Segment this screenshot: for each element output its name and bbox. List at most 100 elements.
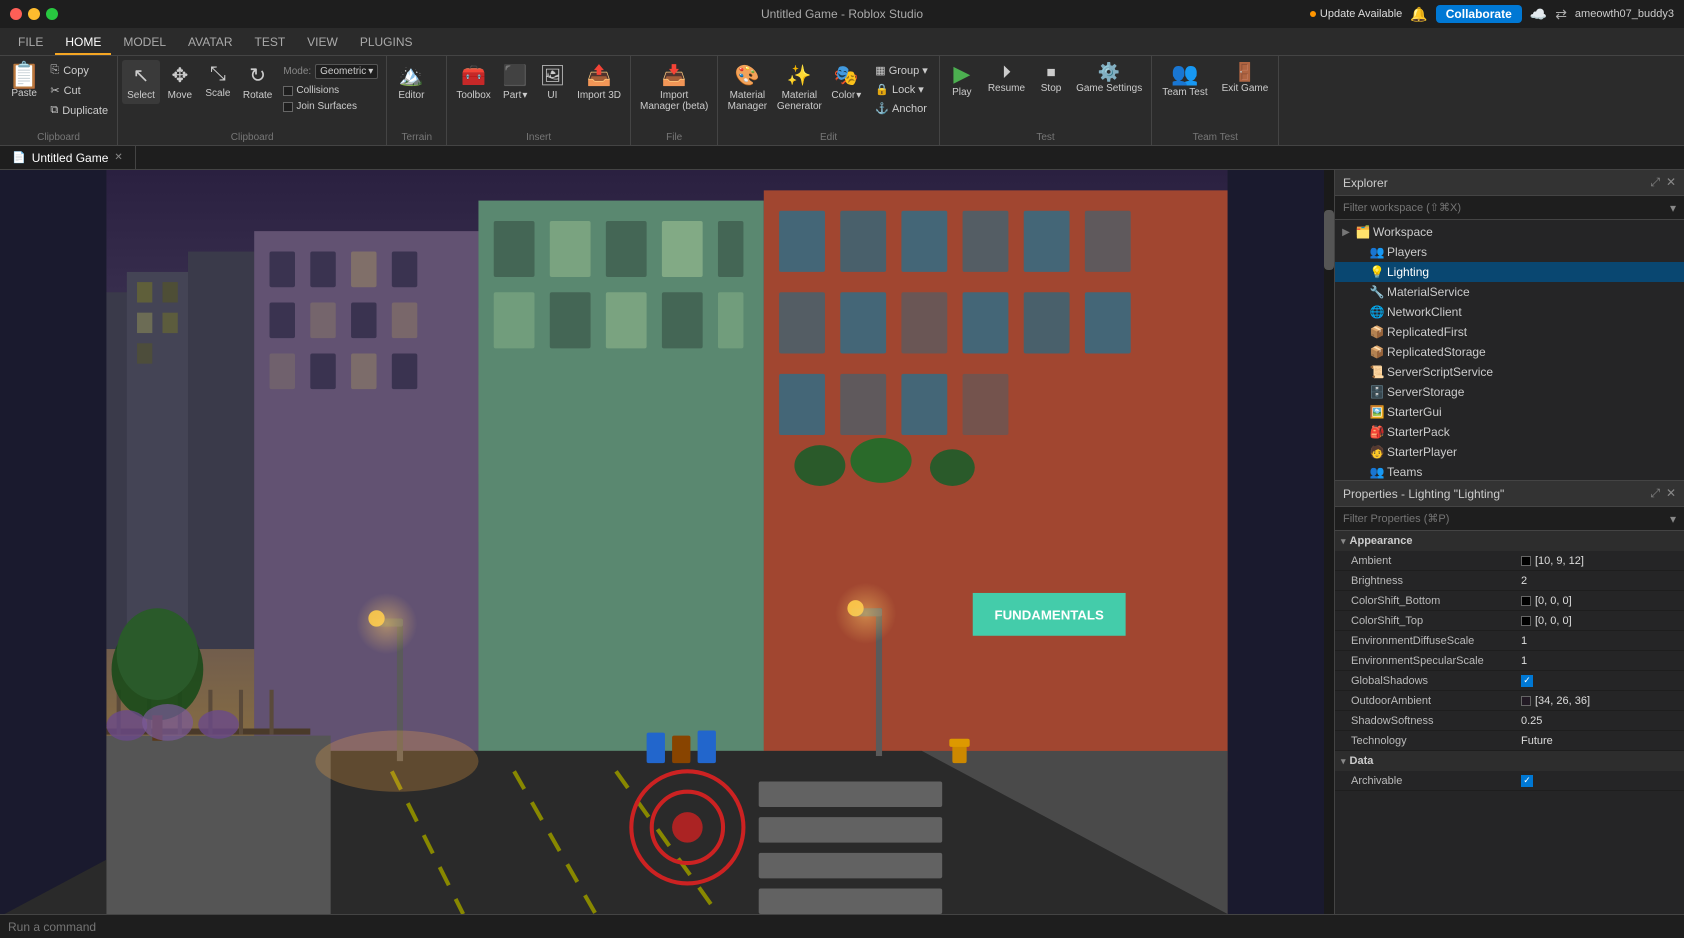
properties-list: ▾Appearance Ambient [10, 9, 12] Brightne…	[1335, 531, 1684, 914]
viewport-scroll-thumb[interactable]	[1324, 210, 1334, 270]
tree-item-starterplayer[interactable]: 🧑 StarterPlayer	[1335, 442, 1684, 462]
tab-view[interactable]: VIEW	[297, 31, 348, 55]
tab-close-button[interactable]: ✕	[114, 152, 122, 163]
prop-row-colorshift_bottom[interactable]: ColorShift_Bottom [0, 0, 0]	[1335, 591, 1684, 611]
lock-button[interactable]: 🔒 Lock ▾	[871, 81, 932, 98]
prop-row-outdoorambient[interactable]: OutdoorAmbient [34, 26, 36]	[1335, 691, 1684, 711]
toolbox-button[interactable]: 🧰 Toolbox	[451, 60, 495, 104]
import-manager-button[interactable]: 📥 ImportManager (beta)	[635, 60, 713, 115]
section-arrow-data: ▾	[1341, 756, 1346, 767]
copy-button[interactable]: ⎘Copy	[45, 62, 113, 79]
select-label: Select	[127, 90, 155, 101]
viewport-scrollbar[interactable]	[1324, 170, 1334, 914]
tree-item-replicatedfirst[interactable]: 📦 ReplicatedFirst	[1335, 322, 1684, 342]
tree-item-lighting[interactable]: 💡 Lighting	[1335, 262, 1684, 282]
prop-value-outdoorambient: [34, 26, 36]	[1515, 695, 1684, 707]
tree-label-serverstorage: ServerStorage	[1387, 385, 1680, 399]
properties-close-btn[interactable]: ✕	[1666, 486, 1676, 501]
explorer-filter-input[interactable]	[1343, 202, 1666, 214]
share-icon[interactable]: ⇄	[1555, 6, 1567, 23]
properties-expand-btn[interactable]: ⤢	[1650, 486, 1660, 501]
tree-item-players[interactable]: 👥 Players	[1335, 242, 1684, 262]
checkbox-globalshadows[interactable]: ✓	[1521, 675, 1533, 687]
anchor-button[interactable]: ⚓ Anchor	[871, 100, 932, 117]
color-button[interactable]: 🎭 Color ▾	[826, 60, 866, 104]
explorer-expand-btn[interactable]: ⤢	[1650, 175, 1660, 190]
play-icon: ▶	[953, 63, 970, 85]
play-button[interactable]: ▶ Play	[944, 60, 980, 101]
tree-item-startergui[interactable]: 🖼️ StarterGui	[1335, 402, 1684, 422]
resume-button[interactable]: ⏵ Resume	[982, 60, 1031, 97]
material-manager-button[interactable]: 🎨 Material Manager	[722, 60, 772, 115]
update-badge[interactable]: Update Available	[1310, 8, 1402, 20]
game-settings-button[interactable]: ⚙️ Game Settings	[1071, 60, 1147, 97]
tab-model[interactable]: MODEL	[113, 31, 176, 55]
minimize-button[interactable]	[28, 8, 40, 20]
collisions-row[interactable]: Collisions	[283, 84, 378, 97]
tab-plugins[interactable]: PLUGINS	[350, 31, 423, 55]
group-icon: ▦	[875, 64, 885, 77]
collisions-checkbox[interactable]	[283, 86, 293, 96]
import3d-button[interactable]: 📤 Import 3D	[572, 60, 626, 104]
tree-item-workspace[interactable]: ▶ 🗂️ Workspace	[1335, 222, 1684, 242]
scale-button[interactable]: ⤡ Scale	[200, 60, 236, 102]
close-button[interactable]	[10, 8, 22, 20]
lock-icon: 🔒	[875, 83, 889, 96]
tree-item-teams[interactable]: 👥 Teams	[1335, 462, 1684, 480]
select-button[interactable]: ↖ Select	[122, 60, 160, 104]
props-section-appearance[interactable]: ▾Appearance	[1335, 531, 1684, 551]
join-surfaces-checkbox[interactable]	[283, 102, 293, 112]
ui-button[interactable]: 🖼 UI	[535, 60, 570, 104]
bell-icon[interactable]: 🔔	[1410, 6, 1427, 23]
paste-button[interactable]: 📋 Paste	[4, 60, 44, 101]
document-tab[interactable]: 📄 Untitled Game ✕	[0, 146, 136, 169]
tab-file[interactable]: FILE	[8, 31, 53, 55]
prop-row-brightness[interactable]: Brightness 2	[1335, 571, 1684, 591]
tree-item-serverstorage[interactable]: 🗄️ ServerStorage	[1335, 382, 1684, 402]
tree-item-materialservice[interactable]: 🔧 MaterialService	[1335, 282, 1684, 302]
group-button[interactable]: ▦ Group ▾	[871, 62, 932, 79]
prop-row-globalshadows[interactable]: GlobalShadows ✓	[1335, 671, 1684, 691]
tree-item-starterpack[interactable]: 🎒 StarterPack	[1335, 422, 1684, 442]
tree-icon-players: 👥	[1369, 245, 1385, 259]
stop-button[interactable]: ⏹ Stop	[1033, 60, 1069, 97]
tab-avatar[interactable]: AVATAR	[178, 31, 242, 55]
command-input[interactable]	[8, 920, 1676, 934]
rotate-button[interactable]: ↻ Rotate	[238, 60, 277, 104]
collaborate-button[interactable]: Collaborate	[1436, 5, 1522, 23]
props-filter-input[interactable]	[1343, 513, 1670, 525]
prop-row-environmentspecularscale[interactable]: EnvironmentSpecularScale 1	[1335, 651, 1684, 671]
editor-button[interactable]: 🏔️ Editor	[393, 60, 429, 104]
prop-row-colorshift_top[interactable]: ColorShift_Top [0, 0, 0]	[1335, 611, 1684, 631]
tab-home[interactable]: HOME	[55, 31, 111, 55]
exit-game-button[interactable]: 🚪 Exit Game	[1216, 60, 1275, 97]
explorer-close-btn[interactable]: ✕	[1666, 175, 1676, 190]
part-button[interactable]: ⬛ Part ▾	[498, 60, 533, 104]
anchor-icon: ⚓	[875, 102, 889, 115]
viewport[interactable]: FUNDAMENTALS	[0, 170, 1334, 914]
tree-icon-teams: 👥	[1369, 465, 1385, 479]
join-surfaces-row[interactable]: Join Surfaces	[283, 100, 378, 113]
username-label: ameowth07_buddy3	[1575, 8, 1674, 20]
tree-item-replicatedstorage[interactable]: 📦 ReplicatedStorage	[1335, 342, 1684, 362]
file-label: File	[635, 130, 713, 143]
tree-item-networkclient[interactable]: 🌐 NetworkClient	[1335, 302, 1684, 322]
props-section-data[interactable]: ▾Data	[1335, 751, 1684, 771]
tree-item-serverscriptservice[interactable]: 📜 ServerScriptService	[1335, 362, 1684, 382]
maximize-button[interactable]	[46, 8, 58, 20]
prop-row-shadowsoftness[interactable]: ShadowSoftness 0.25	[1335, 711, 1684, 731]
prop-row-ambient[interactable]: Ambient [10, 9, 12]	[1335, 551, 1684, 571]
material-generator-button[interactable]: ✨ Material Generator	[774, 60, 824, 115]
prop-row-archivable[interactable]: Archivable ✓	[1335, 771, 1684, 791]
prop-row-technology[interactable]: Technology Future	[1335, 731, 1684, 751]
duplicate-button[interactable]: ⧉Duplicate	[45, 102, 113, 119]
mode-dropdown[interactable]: Geometric ▾	[315, 64, 378, 79]
color-swatch	[1521, 616, 1531, 626]
cut-button[interactable]: ✂Cut	[45, 82, 113, 99]
move-button[interactable]: ✥ Move	[162, 60, 198, 104]
prop-value-environmentspecularscale: 1	[1515, 655, 1684, 667]
tab-test[interactable]: TEST	[244, 31, 295, 55]
checkbox-archivable[interactable]: ✓	[1521, 775, 1533, 787]
prop-row-environmentdiffusescale[interactable]: EnvironmentDiffuseScale 1	[1335, 631, 1684, 651]
team-test-button[interactable]: 👥 Team Test	[1156, 60, 1213, 101]
